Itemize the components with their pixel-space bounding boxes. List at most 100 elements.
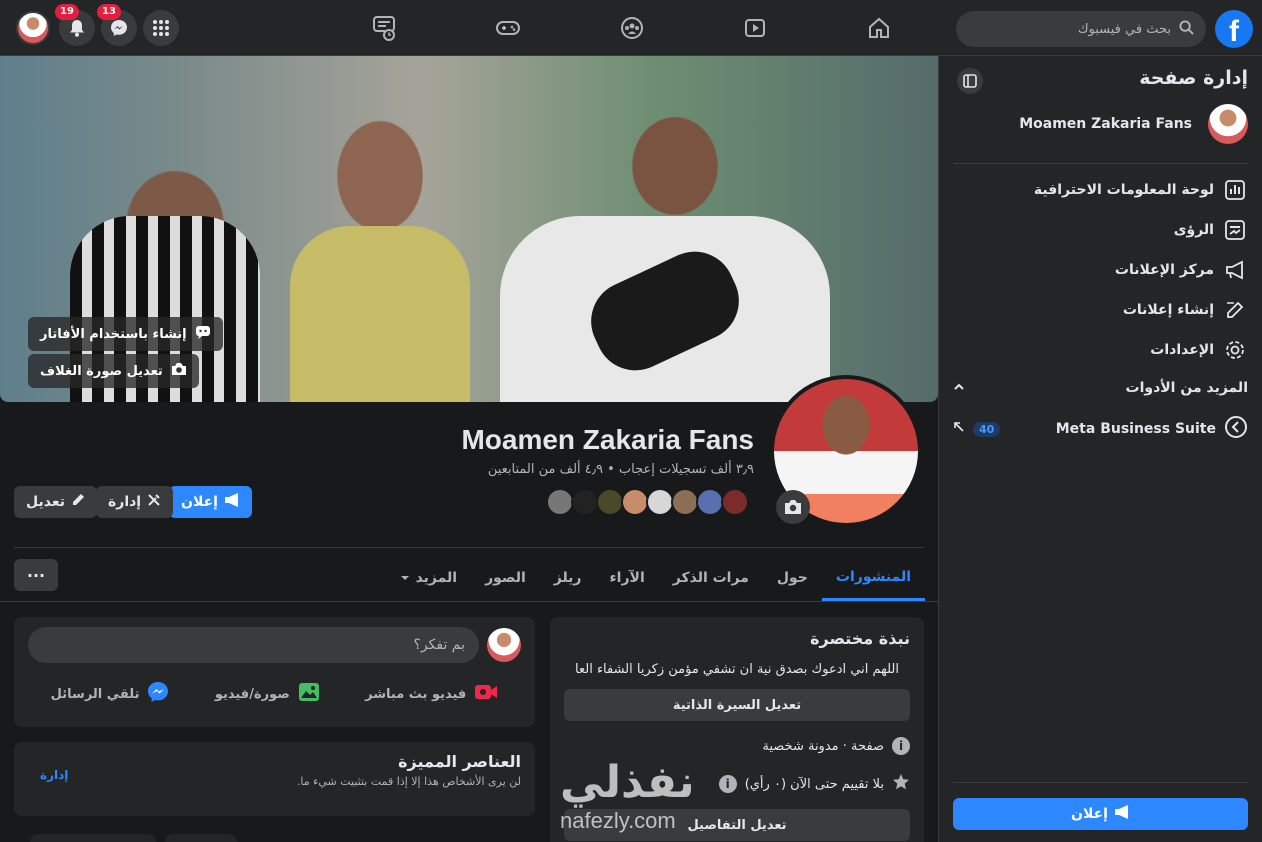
promote-button[interactable]: إعلان xyxy=(169,486,252,518)
notifications-button[interactable]: 19 xyxy=(55,4,95,46)
home-icon[interactable] xyxy=(861,12,897,44)
sidebar-page-name: Moamen Zakaria Fans xyxy=(1019,116,1192,132)
tab-more[interactable]: المزيد xyxy=(386,555,472,601)
manage-button[interactable]: إدارة xyxy=(96,486,174,518)
post-composer: بم تفكر؟ فيديو بث مباشر صورة/فيديو تلقي … xyxy=(14,617,535,727)
get-messages-button[interactable]: تلقي الرسائل xyxy=(51,681,170,707)
page-tabs: المنشورات حول مرات الذكر الآراء ريلز الص… xyxy=(386,555,925,601)
composer-input[interactable]: بم تفكر؟ xyxy=(28,627,479,663)
tab-posts[interactable]: المنشورات xyxy=(821,555,925,601)
star-icon xyxy=(892,773,910,795)
featured-title: العناصر المميزة xyxy=(398,752,521,771)
messenger-icon xyxy=(147,681,169,707)
featured-manage-link[interactable]: إدارة xyxy=(40,768,68,782)
create-with-avatar-button[interactable]: إنشاء باستخدام الأفاتار xyxy=(28,317,223,351)
sidebar-item-insights[interactable]: الرؤى xyxy=(953,212,1248,248)
follower-avatar[interactable] xyxy=(596,488,624,516)
create-with-avatar-label: إنشاء باستخدام الأفاتار xyxy=(40,326,187,342)
sidebar-item-label: الإعدادات xyxy=(1150,342,1214,358)
follower-avatar[interactable] xyxy=(546,488,574,516)
sidebar-page-switcher[interactable]: Moamen Zakaria Fans xyxy=(1019,104,1248,144)
intro-category: صفحة · مدونة شخصية xyxy=(762,738,884,754)
sidebar-promote-button[interactable]: إعلان xyxy=(953,798,1248,830)
info-icon[interactable]: i xyxy=(718,775,737,793)
bell-icon xyxy=(70,20,84,37)
search-input[interactable] xyxy=(981,21,1171,37)
collapse-sidebar-icon[interactable] xyxy=(957,68,983,94)
sidebar-item-ad-center[interactable]: مركز الإعلانات xyxy=(953,252,1248,288)
chevron-up-icon xyxy=(953,380,965,396)
insights-icon xyxy=(1222,217,1248,243)
messenger-button[interactable]: 13 xyxy=(97,4,137,46)
edit-bio-button[interactable]: تعديل السيرة الذاتية xyxy=(564,689,910,721)
follower-avatar[interactable] xyxy=(621,488,649,516)
edit-cover-photo-button[interactable]: تعديل صورة الغلاف xyxy=(28,354,199,388)
get-messages-label: تلقي الرسائل xyxy=(50,686,140,702)
tab-reels[interactable]: ريلز xyxy=(540,555,596,601)
search-box[interactable] xyxy=(956,11,1206,47)
megaphone-icon xyxy=(1114,805,1130,823)
more-options-button[interactable]: ··· xyxy=(14,559,58,591)
tabs-divider xyxy=(14,547,924,548)
edit-cover-label: تعديل صورة الغلاف xyxy=(40,363,163,379)
follower-avatars[interactable] xyxy=(546,488,749,516)
sidebar-divider xyxy=(953,782,1248,783)
live-video-button[interactable]: فيديو بث مباشر xyxy=(365,681,498,707)
page-stats[interactable]: ٣٫٩ ألف تسجيلات إعجاب • ٤٫٩ ألف من المتا… xyxy=(488,462,754,477)
pencil-icon xyxy=(71,493,85,511)
info-icon: i xyxy=(892,737,910,755)
feeds-icon[interactable] xyxy=(366,12,402,44)
cover-photo: إنشاء باستخدام الأفاتار تعديل صورة الغلا… xyxy=(0,56,938,402)
tab-about[interactable]: حول xyxy=(763,555,822,601)
watermark-latin: nafezly.com xyxy=(560,808,676,833)
composer-top: بم تفكر؟ xyxy=(28,627,521,663)
gear-icon xyxy=(1222,337,1248,363)
sidebar-item-label: لوحة المعلومات الاحترافية xyxy=(1033,182,1214,198)
sidebar-item-create-ads[interactable]: إنشاء إعلانات xyxy=(953,292,1248,328)
account-avatar[interactable] xyxy=(16,11,50,45)
tab-more-label: المزيد xyxy=(415,570,458,586)
avatar-icon xyxy=(195,325,211,343)
groups-icon[interactable] xyxy=(614,12,650,44)
follower-avatar[interactable] xyxy=(721,488,749,516)
caret-down-icon xyxy=(400,570,410,586)
menu-grid-icon[interactable] xyxy=(143,10,179,46)
edit-label: تعديل xyxy=(26,494,65,510)
tab-photos[interactable]: الصور xyxy=(471,555,540,601)
sidebar-item-dashboard[interactable]: لوحة المعلومات الاحترافية xyxy=(953,172,1248,208)
more-tools-toggle[interactable]: المزيد من الأدوات xyxy=(953,380,1248,396)
gaming-icon[interactable] xyxy=(490,12,526,44)
follower-avatar[interactable] xyxy=(671,488,699,516)
watermark-arabic: نفذلي xyxy=(560,757,695,808)
tools-icon xyxy=(147,493,161,511)
promote-label: إعلان xyxy=(181,494,218,510)
tab-mentions[interactable]: مرات الذكر xyxy=(659,555,763,601)
more-tools-label: المزيد من الأدوات xyxy=(1125,380,1249,396)
follower-avatar[interactable] xyxy=(646,488,674,516)
cover-photo-person xyxy=(290,226,470,402)
composer-avatar[interactable] xyxy=(487,628,521,662)
featured-description: لن يرى الأشخاص هذا إلا إذا قمت بتثبيت شي… xyxy=(296,775,521,788)
photo-video-button[interactable]: صورة/فيديو xyxy=(215,681,320,707)
edit-page-button[interactable]: تعديل xyxy=(14,486,97,518)
sidebar-item-settings[interactable]: الإعدادات xyxy=(953,332,1248,368)
watch-icon[interactable] xyxy=(737,12,773,44)
update-profile-picture-button[interactable] xyxy=(776,490,810,524)
manage-page-sidebar: إدارة صفحة Moamen Zakaria Fans لوحة المع… xyxy=(938,56,1262,842)
tab-reviews[interactable]: الآراء xyxy=(596,555,659,601)
sidebar-item-label: الرؤى xyxy=(1173,222,1214,238)
camera-icon xyxy=(785,500,801,514)
watermark: نفذلي nafezly.com xyxy=(560,760,695,834)
follower-avatar[interactable] xyxy=(571,488,599,516)
intro-category-row: i صفحة · مدونة شخصية xyxy=(564,733,910,759)
camera-icon xyxy=(171,362,187,380)
follower-avatar[interactable] xyxy=(696,488,724,516)
messenger-icon xyxy=(111,20,127,36)
sidebar-title: إدارة صفحة xyxy=(1139,67,1248,89)
page-avatar xyxy=(1208,104,1248,144)
meta-business-suite-link[interactable]: Meta Business Suite 40 xyxy=(953,414,1248,444)
intro-rating: بلا تقييم حتى الآن (٠ رأي) xyxy=(744,776,884,792)
manage-label: إدارة xyxy=(108,494,142,510)
promote-label: إعلان xyxy=(1071,806,1108,822)
facebook-logo-icon[interactable]: f xyxy=(1215,10,1253,48)
